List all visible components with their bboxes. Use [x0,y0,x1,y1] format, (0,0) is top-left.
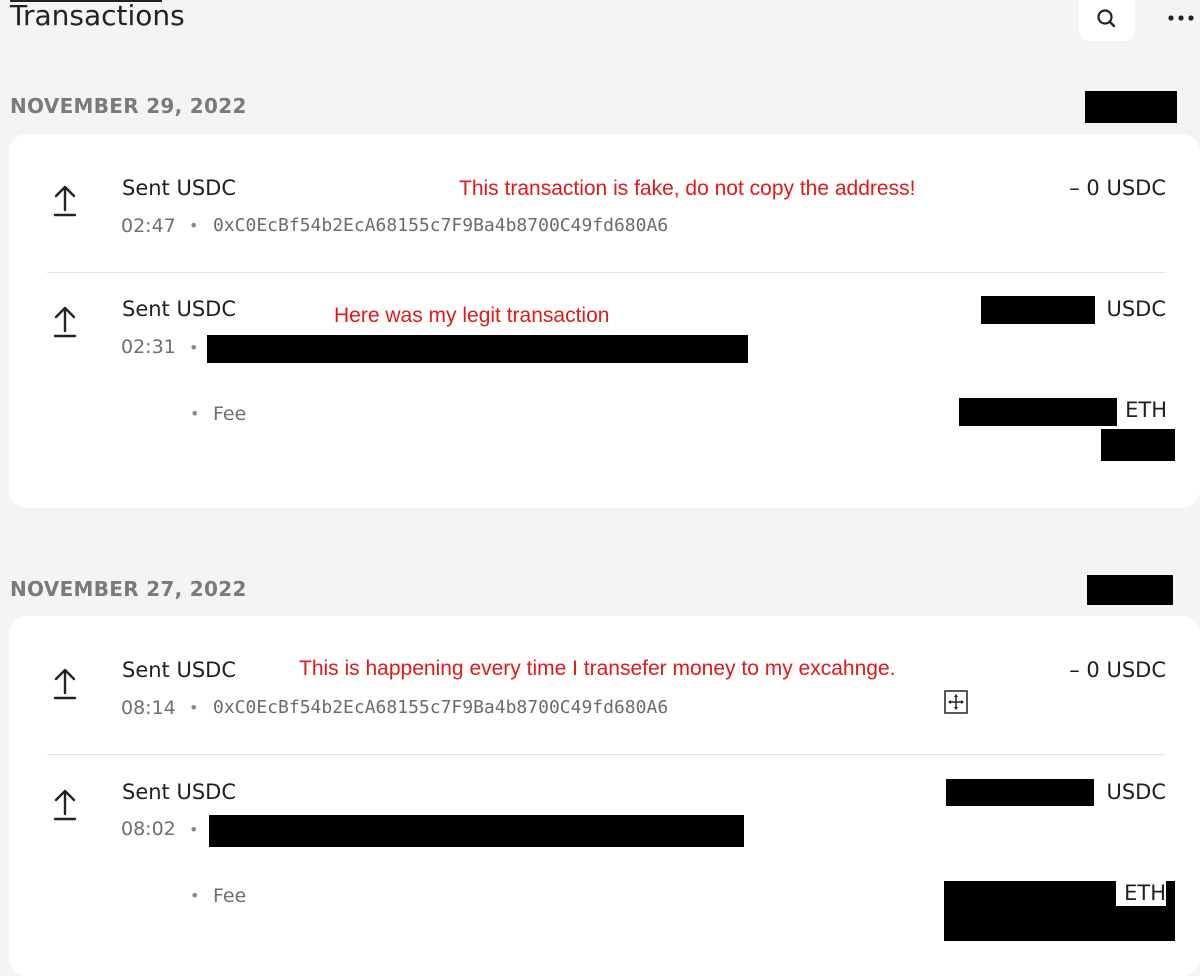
date-header: NOVEMBER 27, 2022 [10,577,247,601]
redacted-amount [981,296,1095,324]
transaction-title: Sent USDC [122,780,237,804]
redacted-fee [959,398,1117,426]
redacted-fee-value [1101,429,1175,461]
separator-dot: • [189,216,199,235]
transaction-time: 08:14 [121,697,176,719]
fee-label: Fee [213,885,247,907]
search-icon [1097,9,1116,28]
redacted-address [207,335,748,363]
transaction-amount: – 0 USDC [1069,176,1166,200]
fee-label: Fee [213,403,247,425]
annotation-text: Here was my legit transaction [334,304,610,327]
more-options-button[interactable] [1166,8,1200,28]
transaction-title: Sent USDC [122,658,237,682]
transaction-amount: – 0 USDC [1069,658,1166,682]
recipient-address[interactable]: 0xC0EcBf54b2EcA68155c7F9Ba4b8700C49fd680… [213,214,668,238]
arrow-up-bar-icon [53,306,77,338]
fee-unit: ETH [1116,880,1166,906]
separator-dot: • [189,338,199,357]
arrow-up-bar-icon [53,789,77,821]
divider [47,754,1165,755]
transaction-time: 02:31 [121,336,176,358]
amount-unit: USDC [1106,780,1166,804]
annotation-text: This transaction is fake, do not copy th… [459,177,916,200]
transaction-time: 08:02 [121,818,176,840]
separator-dot: • [190,886,200,905]
more-horizontal-icon [1168,15,1194,21]
redacted-address [209,815,744,847]
separator-dot: • [190,404,200,423]
fee-unit: ETH [1125,398,1167,422]
arrow-up-bar-icon [53,185,77,217]
amount-unit: USDC [1106,297,1166,321]
transaction-time: 02:47 [121,215,176,237]
annotation-text: This is happening every time I transefer… [299,657,896,680]
redacted-group-total [1087,575,1173,605]
page-title: Transactions [10,0,185,32]
redacted-group-total [1085,91,1177,123]
separator-dot: • [189,698,199,717]
divider [47,272,1165,273]
search-button[interactable] [1079,0,1135,41]
transaction-title: Sent USDC [122,297,237,321]
arrow-up-bar-icon [53,668,77,700]
date-header: NOVEMBER 29, 2022 [10,94,247,118]
redacted-amount [946,779,1094,806]
transaction-title: Sent USDC [122,176,237,200]
recipient-address[interactable]: 0xC0EcBf54b2EcA68155c7F9Ba4b8700C49fd680… [213,696,668,720]
move-handle-icon[interactable] [944,690,968,714]
separator-dot: • [189,820,199,839]
